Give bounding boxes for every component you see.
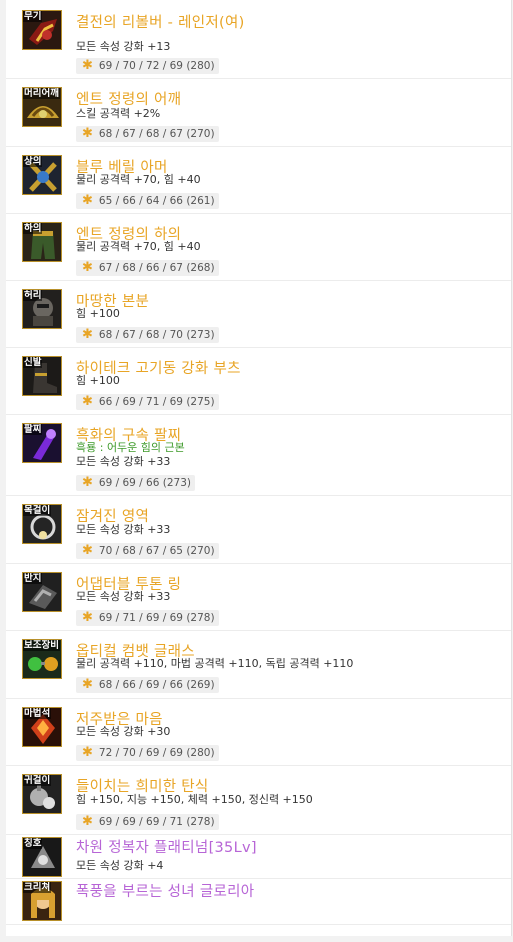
list-item[interactable]: 보조장비 옵티컬 컴뱃 글래스 물리 공격력 +110, 마법 공격력 +110… xyxy=(6,631,511,699)
list-item[interactable]: 팔찌 흑화의 구속 팔찌 흑룡 : 어두운 힘의 근본 모든 속성 강화 +33… xyxy=(6,415,511,496)
list-item[interactable]: 마법석 저주받은 마음 모든 속성 강화 +30 ✱ 72 / 70 / 69 /… xyxy=(6,699,511,766)
stat-badge: ✱ 66 / 69 / 71 / 69 (275) xyxy=(76,394,219,410)
armor-icon: 상의 xyxy=(22,155,62,195)
list-item[interactable]: 무기 결전의 리볼버 - 레인저(여) 모든 속성 강화 +13 ✱ 69 / 7… xyxy=(6,2,511,79)
slot-label: 목걸이 xyxy=(23,505,52,516)
star-icon: ✱ xyxy=(82,193,93,208)
stat-values: 72 / 70 / 69 / 69 (280) xyxy=(98,747,215,759)
stat-values: 68 / 67 / 68 / 70 (273) xyxy=(98,329,215,341)
shoulder-icon: 머리어깨 xyxy=(22,87,62,127)
stat-values: 67 / 68 / 66 / 67 (268) xyxy=(98,262,215,274)
list-item[interactable]: 귀걸이 들이치는 희미한 탄식 힘 +150, 지능 +150, 체력 +150… xyxy=(6,766,511,835)
star-icon: ✱ xyxy=(82,745,93,760)
earring-icon: 귀걸이 xyxy=(22,774,62,814)
list-item[interactable]: 칭호 차원 정복자 플래티넘[35Lv] 모든 속성 강화 +4 xyxy=(6,835,511,879)
slot-label: 보조장비 xyxy=(23,640,60,651)
star-icon: ✱ xyxy=(82,126,93,141)
item-option: 물리 공격력 +110, 마법 공격력 +110, 독립 공격력 +110 xyxy=(76,657,354,670)
magic-stone-icon: 마법석 xyxy=(22,707,62,747)
stat-badge: ✱ 68 / 67 / 68 / 70 (273) xyxy=(76,327,219,343)
star-icon: ✱ xyxy=(82,475,93,490)
revolver-icon: 무기 xyxy=(22,10,62,50)
item-option: 모든 속성 강화 +4 xyxy=(76,859,164,872)
slot-label: 신발 xyxy=(23,357,43,368)
stat-badge: ✱ 69 / 69 / 69 / 71 (278) xyxy=(76,814,219,830)
star-icon: ✱ xyxy=(82,543,93,558)
star-icon: ✱ xyxy=(82,677,93,692)
belt-icon: 허리 xyxy=(22,289,62,329)
list-item[interactable]: 반지 어댑터블 투톤 링 모든 속성 강화 +33 ✱ 69 / 71 / 69 … xyxy=(6,564,511,631)
slot-label: 귀걸이 xyxy=(23,775,52,786)
list-item[interactable]: 크리쳐 폭풍을 부르는 성녀 글로리아 xyxy=(6,879,511,925)
item-option: 모든 속성 강화 +33 xyxy=(76,590,171,603)
stat-values: 66 / 69 / 71 / 69 (275) xyxy=(98,396,215,408)
bracelet-icon: 팔찌 xyxy=(22,423,62,463)
pants-icon: 하의 xyxy=(22,222,62,262)
list-item[interactable]: 허리 마땅한 본분 힘 +100 ✱ 68 / 67 / 68 / 70 (273… xyxy=(6,281,511,348)
stat-values: 69 / 70 / 72 / 69 (280) xyxy=(98,60,215,72)
stat-badge: ✱ 65 / 66 / 64 / 66 (261) xyxy=(76,193,219,209)
item-option: 모든 속성 강화 +33 xyxy=(76,523,171,536)
creature-icon: 크리쳐 xyxy=(22,881,62,921)
list-item[interactable]: 신발 하이테크 고기동 강화 부츠 힘 +100 ✱ 66 / 69 / 71 /… xyxy=(6,348,511,415)
stat-values: 70 / 68 / 67 / 65 (270) xyxy=(98,545,215,557)
title-icon: 칭호 xyxy=(22,837,62,877)
stat-badge: ✱ 68 / 66 / 69 / 66 (269) xyxy=(76,677,219,693)
stat-values: 68 / 67 / 68 / 67 (270) xyxy=(98,128,215,140)
stat-values: 68 / 66 / 69 / 66 (269) xyxy=(98,679,215,691)
item-name[interactable]: 폭풍을 부르는 성녀 글로리아 xyxy=(76,883,254,901)
item-option: 모든 속성 강화 +30 xyxy=(76,725,171,738)
item-option: 힘 +100 xyxy=(76,307,120,320)
item-option: 물리 공격력 +70, 힘 +40 xyxy=(76,240,201,253)
slot-label: 반지 xyxy=(23,573,43,584)
list-item[interactable]: 하의 엔트 정령의 하의 물리 공격력 +70, 힘 +40 ✱ 67 / 68 … xyxy=(6,214,511,281)
stat-badge: ✱ 69 / 69 / 66 (273) xyxy=(76,475,195,491)
item-name[interactable]: 결전의 리볼버 - 레인저(여) xyxy=(76,14,245,32)
stat-badge: ✱ 70 / 68 / 67 / 65 (270) xyxy=(76,543,219,559)
star-icon: ✱ xyxy=(82,58,93,73)
star-icon: ✱ xyxy=(82,260,93,275)
stat-values: 65 / 66 / 64 / 66 (261) xyxy=(98,195,215,207)
slot-label: 상의 xyxy=(23,156,43,167)
star-icon: ✱ xyxy=(82,327,93,342)
slot-label: 마법석 xyxy=(23,708,52,719)
item-option: 모든 속성 강화 +13 xyxy=(76,40,171,53)
slot-label: 팔찌 xyxy=(23,424,43,435)
item-option: 힘 +150, 지능 +150, 체력 +150, 정신력 +150 xyxy=(76,793,313,806)
slot-label: 칭호 xyxy=(23,838,43,849)
slot-label: 허리 xyxy=(23,290,43,301)
star-icon: ✱ xyxy=(82,814,93,829)
necklace-icon: 목걸이 xyxy=(22,504,62,544)
stat-badge: ✱ 68 / 67 / 68 / 67 (270) xyxy=(76,126,219,142)
stat-values: 69 / 69 / 69 / 71 (278) xyxy=(98,816,215,828)
slot-label: 하의 xyxy=(23,223,43,234)
equipment-list: 무기 결전의 리볼버 - 레인저(여) 모든 속성 강화 +13 ✱ 69 / 7… xyxy=(6,0,512,936)
star-icon: ✱ xyxy=(82,610,93,625)
item-option: 물리 공격력 +70, 힘 +40 xyxy=(76,173,201,186)
stat-badge: ✱ 67 / 68 / 66 / 67 (268) xyxy=(76,260,219,276)
stat-badge: ✱ 69 / 71 / 69 / 69 (278) xyxy=(76,610,219,626)
list-item[interactable]: 머리어깨 엔트 정령의 어깨 스킬 공격력 +2% ✱ 68 / 67 / 68 … xyxy=(6,79,511,147)
stat-values: 69 / 71 / 69 / 69 (278) xyxy=(98,612,215,624)
list-item[interactable]: 목걸이 잠겨진 영역 모든 속성 강화 +33 ✱ 70 / 68 / 67 / … xyxy=(6,496,511,564)
star-icon: ✱ xyxy=(82,394,93,409)
item-option: 스킬 공격력 +2% xyxy=(76,107,161,120)
slot-label: 머리어깨 xyxy=(23,88,60,99)
list-item[interactable]: 상의 블루 베릴 아머 물리 공격력 +70, 힘 +40 ✱ 65 / 66 /… xyxy=(6,147,511,214)
stat-badge: ✱ 72 / 70 / 69 / 69 (280) xyxy=(76,745,219,761)
item-option: 모든 속성 강화 +33 xyxy=(76,455,171,468)
item-name[interactable]: 차원 정복자 플래티넘[35Lv] xyxy=(76,839,257,857)
item-option: 힘 +100 xyxy=(76,374,120,387)
slot-label: 무기 xyxy=(23,11,43,22)
glasses-icon: 보조장비 xyxy=(22,639,62,679)
slot-label: 크리쳐 xyxy=(23,882,52,893)
stat-badge: ✱ 69 / 70 / 72 / 69 (280) xyxy=(76,58,219,74)
set-option: 흑룡 : 어두운 힘의 근본 xyxy=(76,441,185,454)
ring-icon: 반지 xyxy=(22,572,62,612)
stat-values: 69 / 69 / 66 (273) xyxy=(98,477,191,489)
boots-icon: 신발 xyxy=(22,356,62,396)
